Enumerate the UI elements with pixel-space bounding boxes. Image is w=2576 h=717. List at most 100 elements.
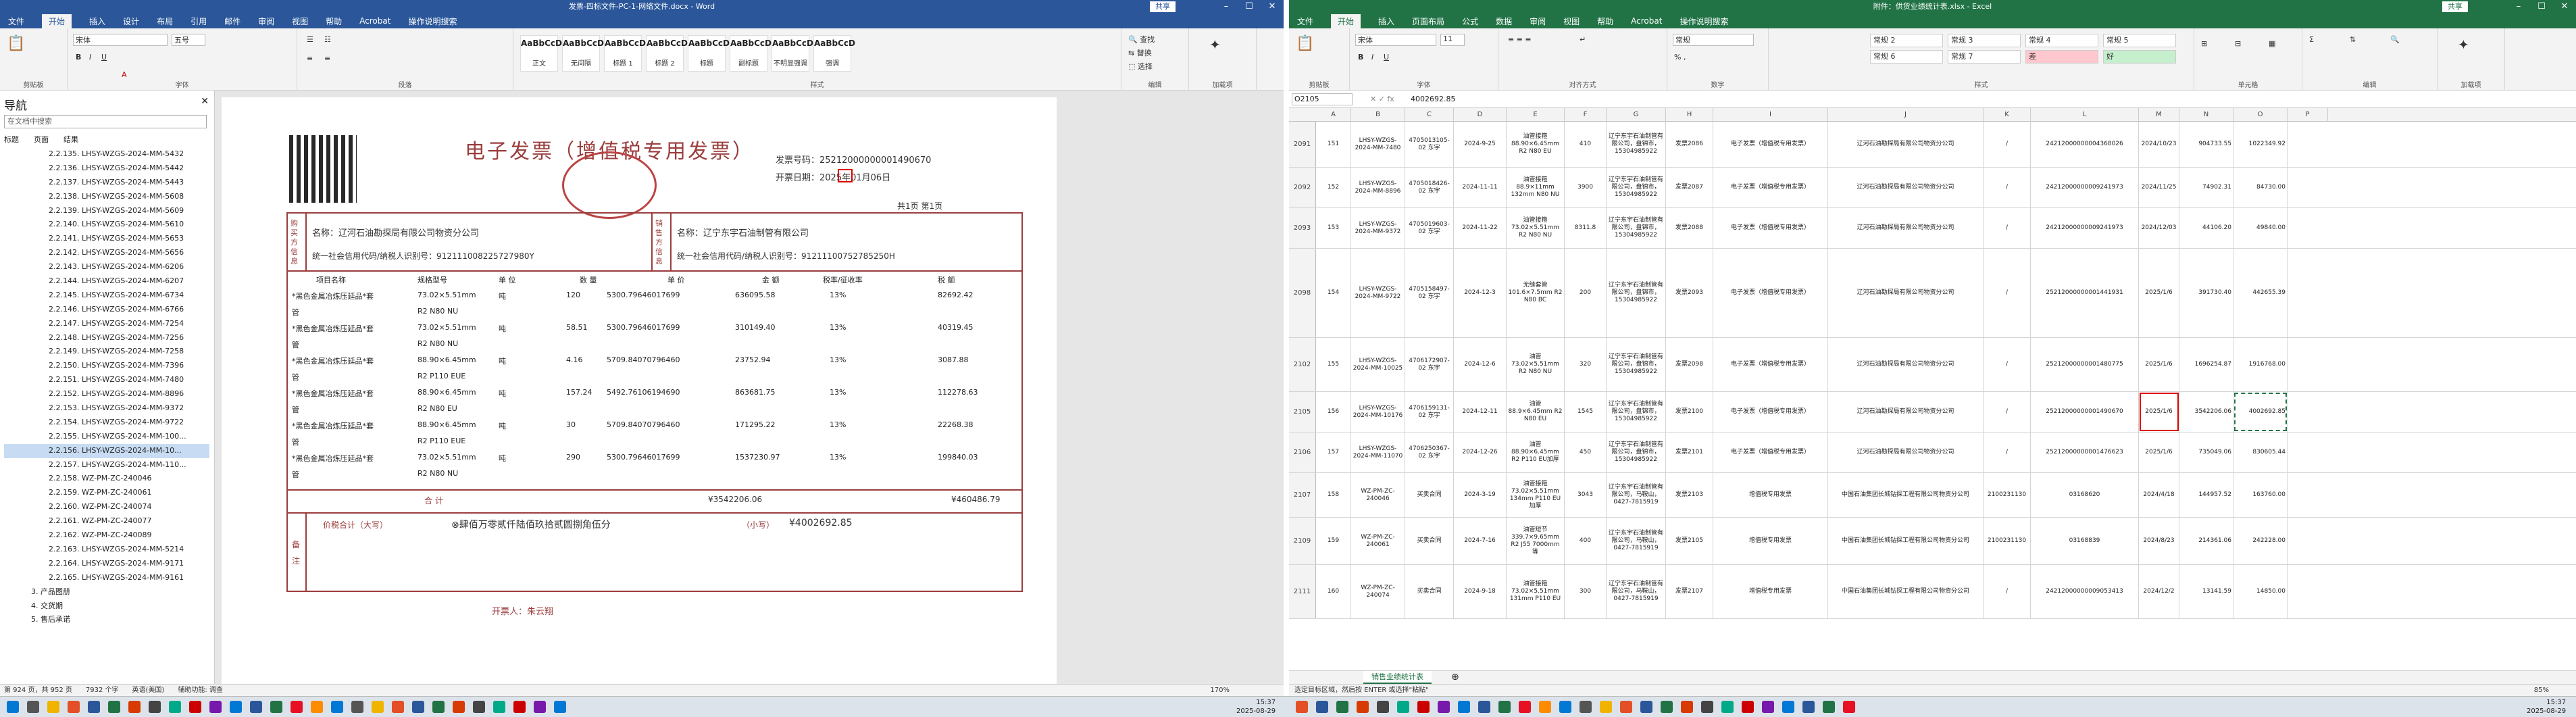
- column-header[interactable]: E: [1507, 108, 1565, 122]
- cell-no[interactable]: 151: [1316, 122, 1351, 167]
- taskbar-app-icon[interactable]: [7, 701, 19, 713]
- cell-seller[interactable]: 辽宁东宇石油制管有限公司，盘锦市，15304985922: [1607, 392, 1666, 432]
- cell-date[interactable]: 2024-12-11: [1454, 392, 1507, 432]
- style-chip[interactable]: AaBbCcD 不明显强调: [772, 35, 813, 72]
- cell-proj[interactable]: LHSY-WZGS-2024-MM-8896: [1351, 168, 1405, 207]
- cell-buyer[interactable]: 中国石油集团长城钻探工程有限公司物资分公司: [1828, 565, 1984, 618]
- cell-invno[interactable]: 25212000000001480775: [2031, 338, 2139, 391]
- select-icon[interactable]: ⬚ 选择: [1128, 61, 1153, 72]
- cell-type[interactable]: 电子发票（增值税专用发票）: [1713, 168, 1828, 207]
- taskbar-app-icon[interactable]: [453, 701, 465, 713]
- delete-cells-icon[interactable]: ⊟: [2235, 39, 2241, 48]
- cell-inv[interactable]: 发票2088: [1666, 208, 1713, 248]
- taskbar-app-icon[interactable]: [432, 701, 445, 713]
- cell-code[interactable]: 4705013105-02 东宇: [1405, 122, 1454, 167]
- cell-spec[interactable]: 油管接箍 88.90×6.45mm R2 N80 EU: [1507, 122, 1565, 167]
- style-chip[interactable]: AaBbCcD 标题: [688, 35, 730, 72]
- cell-inv[interactable]: 发票2093: [1666, 249, 1713, 337]
- cell-amt[interactable]: 1696254.87: [2179, 338, 2233, 391]
- cell-qty[interactable]: 200: [1565, 249, 1607, 337]
- cell-slash[interactable]: 2100231130: [1984, 473, 2031, 517]
- cell-inv[interactable]: 发票2105: [1666, 518, 1713, 564]
- taskbar-app-icon[interactable]: [1417, 701, 1430, 713]
- taskbar-app-icon[interactable]: [1600, 701, 1612, 713]
- cell-inv[interactable]: 发票2098: [1666, 338, 1713, 391]
- bullets-icon[interactable]: ☰: [307, 35, 313, 44]
- nav-heading-item[interactable]: 2.2.148. LHSY-WZGS-2024-MM-7256: [4, 331, 209, 345]
- taskbar-app-icon[interactable]: [270, 701, 282, 713]
- taskbar-app-icon[interactable]: [68, 701, 80, 713]
- menu-item[interactable]: 帮助: [1597, 16, 1613, 27]
- taskbar-app-icon[interactable]: [1620, 701, 1632, 713]
- cell-inv[interactable]: 发票2100: [1666, 392, 1713, 432]
- menu-item[interactable]: 布局: [157, 16, 173, 27]
- taskbar-app-icon[interactable]: [1661, 701, 1673, 713]
- cell-invdate[interactable]: 2024/12/2: [2139, 565, 2179, 618]
- word-zoom[interactable]: 170%: [1210, 685, 1284, 696]
- cell-slash[interactable]: /: [1984, 338, 2031, 391]
- taskbar-app-icon[interactable]: [1721, 701, 1734, 713]
- taskbar-app-icon[interactable]: [311, 701, 323, 713]
- cell-no[interactable]: 155: [1316, 338, 1351, 391]
- column-header[interactable]: D: [1454, 108, 1507, 122]
- cell-proj[interactable]: LHSY-WZGS-2024-MM-9372: [1351, 208, 1405, 248]
- cell-invdate[interactable]: 2025/1/6: [2139, 249, 2179, 337]
- cell-proj[interactable]: WZ-PM-ZC-240061: [1351, 518, 1405, 564]
- row-number[interactable]: 2102: [1289, 338, 1316, 391]
- menu-item[interactable]: Acrobat: [1631, 16, 1662, 26]
- cell-buyer[interactable]: 辽河石油勘探局有限公司物资分公司: [1828, 208, 1984, 248]
- cell-total[interactable]: 4002692.85: [2233, 392, 2288, 432]
- cell-invdate[interactable]: 2024/11/25: [2139, 168, 2179, 207]
- cell-proj[interactable]: WZ-PM-ZC-240074: [1351, 565, 1405, 618]
- menu-item[interactable]: 视图: [292, 16, 308, 27]
- cell-buyer[interactable]: 辽河石油勘探局有限公司物资分公司: [1828, 338, 1984, 391]
- taskbar-app-icon[interactable]: [412, 701, 424, 713]
- nav-heading-item[interactable]: 2.2.153. LHSY-WZGS-2024-MM-9372: [4, 401, 209, 416]
- cell-invdate[interactable]: 2024/10/23: [2139, 122, 2179, 167]
- taskbar-app-icon[interactable]: [1681, 701, 1693, 713]
- maximize-icon[interactable]: ☐: [2530, 0, 2553, 14]
- menu-item[interactable]: 数据: [1496, 16, 1512, 27]
- cell-total[interactable]: 84730.00: [2233, 168, 2288, 207]
- nav-heading-item[interactable]: 2.2.135. LHSY-WZGS-2024-MM-5432: [4, 147, 209, 162]
- cell-invno[interactable]: 25212000000001476623: [2031, 432, 2139, 472]
- nav-heading-item[interactable]: 2.2.137. LHSY-WZGS-2024-MM-5443: [4, 176, 209, 190]
- taskbar-app-icon[interactable]: [88, 701, 100, 713]
- menu-item[interactable]: 页面布局: [1412, 16, 1444, 27]
- cell-type[interactable]: 增值税专用发票: [1713, 473, 1828, 517]
- italic-button[interactable]: I: [89, 53, 91, 61]
- font-size-select[interactable]: 11: [1440, 34, 1465, 46]
- taskbar-app-icon[interactable]: [149, 701, 161, 713]
- taskbar-app-icon[interactable]: [331, 701, 343, 713]
- menu-item[interactable]: 操作说明搜索: [1680, 16, 1728, 27]
- taskbar-app-icon[interactable]: [1782, 701, 1794, 713]
- menu-item[interactable]: 审阅: [258, 16, 274, 27]
- percent-icon[interactable]: % ,: [1674, 53, 1686, 61]
- insert-cells-icon[interactable]: ⊞: [2201, 39, 2207, 48]
- cell-inv[interactable]: 发票2107: [1666, 565, 1713, 618]
- font-size-select[interactable]: 五号: [172, 34, 205, 46]
- nav-heading-item[interactable]: 2.2.165. LHSY-WZGS-2024-MM-9161: [4, 571, 209, 585]
- style-chip[interactable]: AaBbCcD 正文: [520, 35, 562, 72]
- cell-no[interactable]: 153: [1316, 208, 1351, 248]
- number-format-select[interactable]: 常规: [1673, 34, 1754, 46]
- cell-qty[interactable]: 410: [1565, 122, 1607, 167]
- nav-tab-headings[interactable]: 标题: [4, 134, 19, 145]
- taskbar-app-icon[interactable]: [534, 701, 546, 713]
- formula-input[interactable]: 4002692.85: [1411, 91, 1455, 108]
- column-header[interactable]: N: [2179, 108, 2233, 122]
- cell-slash[interactable]: /: [1984, 565, 2031, 618]
- close-icon[interactable]: ✕: [2553, 0, 2576, 14]
- cell-invno[interactable]: 03168620: [2031, 473, 2139, 517]
- column-header[interactable]: P: [2288, 108, 2328, 122]
- nav-heading-item[interactable]: 2.2.161. WZ-PM-ZC-240077: [4, 514, 209, 528]
- cell-qty[interactable]: 3900: [1565, 168, 1607, 207]
- taskbar-app-icon[interactable]: [1316, 701, 1328, 713]
- taskbar-app-icon[interactable]: [209, 701, 222, 713]
- cell-type[interactable]: 电子发票（增值税专用发票）: [1713, 338, 1828, 391]
- cell-slash[interactable]: /: [1984, 122, 2031, 167]
- menu-item[interactable]: 帮助: [326, 16, 342, 27]
- cell-code[interactable]: 4706159131-02 东宇: [1405, 392, 1454, 432]
- taskbar-app-icon[interactable]: [1438, 701, 1450, 713]
- column-header[interactable]: G: [1607, 108, 1666, 122]
